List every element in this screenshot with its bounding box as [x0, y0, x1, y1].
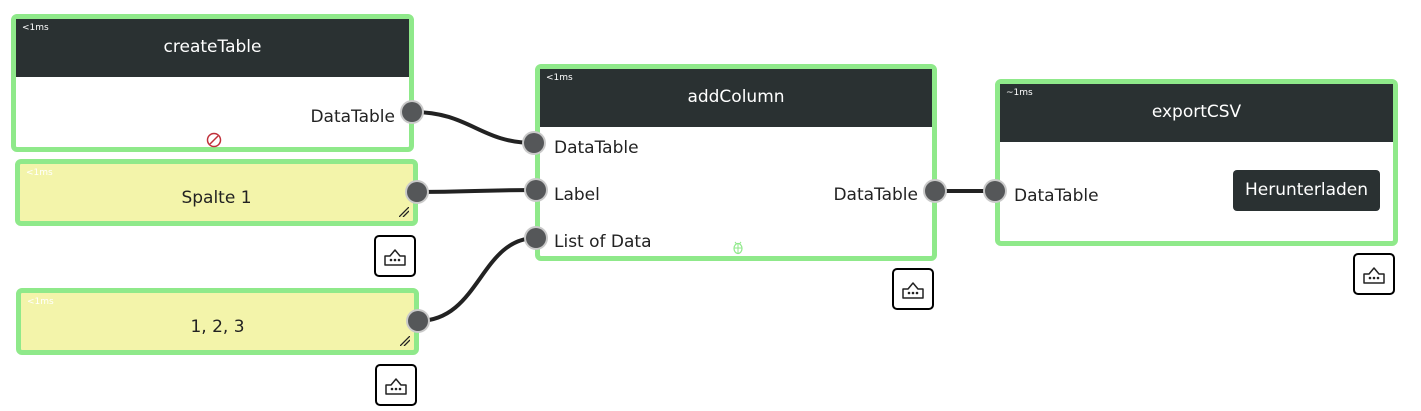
timing-label: <1ms [26, 168, 53, 178]
node-exportcsv[interactable]: ~1ms exportCSV DataTable Herunterladen [995, 79, 1398, 246]
port-exportcsv-in[interactable] [985, 181, 1005, 201]
timing-label: <1ms [27, 297, 54, 307]
node-createtable[interactable]: <1ms createTable DataTable [11, 14, 414, 152]
wire-data-to-list [417, 236, 537, 323]
note-text[interactable]: Spalte 1 [20, 188, 413, 208]
port-addcolumn-in-label[interactable] [526, 180, 546, 200]
download-button[interactable]: Herunterladen [1233, 170, 1380, 211]
agent-button[interactable] [374, 235, 416, 277]
robot-icon [902, 282, 924, 299]
note-spalte[interactable]: <1ms Spalte 1 [15, 159, 418, 226]
node-title: exportCSV [1151, 102, 1242, 122]
input-label-datatable: DataTable [554, 138, 639, 158]
resize-handle-icon[interactable] [400, 336, 410, 346]
robot-icon [385, 378, 407, 395]
port-createtable-out[interactable] [402, 102, 422, 122]
timing-label: <1ms [546, 73, 573, 83]
node-header[interactable]: <1ms createTable [16, 19, 409, 77]
output-label-datatable: DataTable [833, 185, 918, 205]
wire-spalte-to-label [416, 188, 537, 194]
port-addcolumn-in-datatable[interactable] [524, 133, 544, 153]
input-label-label: Label [554, 185, 600, 205]
timing-label: ~1ms [1006, 88, 1033, 98]
agent-button[interactable] [375, 364, 417, 406]
node-title: createTable [163, 37, 262, 57]
timing-label: <1ms [22, 23, 49, 33]
agent-button[interactable] [892, 268, 934, 310]
node-title: addColumn [687, 87, 785, 107]
input-label-list: List of Data [554, 232, 652, 252]
node-header[interactable]: <1ms addColumn [540, 69, 932, 127]
no-entry-icon[interactable] [206, 132, 222, 148]
output-label-datatable: DataTable [310, 107, 395, 127]
node-addcolumn[interactable]: <1ms addColumn DataTable Label List of D… [535, 64, 937, 261]
port-data-out[interactable] [408, 311, 428, 331]
agent-button[interactable] [1353, 253, 1395, 295]
node-header[interactable]: ~1ms exportCSV [1000, 84, 1393, 142]
note-data[interactable]: <1ms 1, 2, 3 [16, 288, 419, 355]
input-label-datatable: DataTable [1014, 186, 1099, 206]
port-addcolumn-in-list[interactable] [526, 228, 546, 248]
port-addcolumn-out[interactable] [925, 181, 945, 201]
bug-icon[interactable] [731, 239, 745, 255]
port-spalte-out[interactable] [407, 182, 427, 202]
resize-handle-icon[interactable] [399, 207, 409, 217]
robot-icon [1363, 267, 1385, 284]
note-text[interactable]: 1, 2, 3 [21, 317, 414, 337]
wire-createtable-to-addcolumn [412, 110, 535, 145]
robot-icon [384, 249, 406, 266]
